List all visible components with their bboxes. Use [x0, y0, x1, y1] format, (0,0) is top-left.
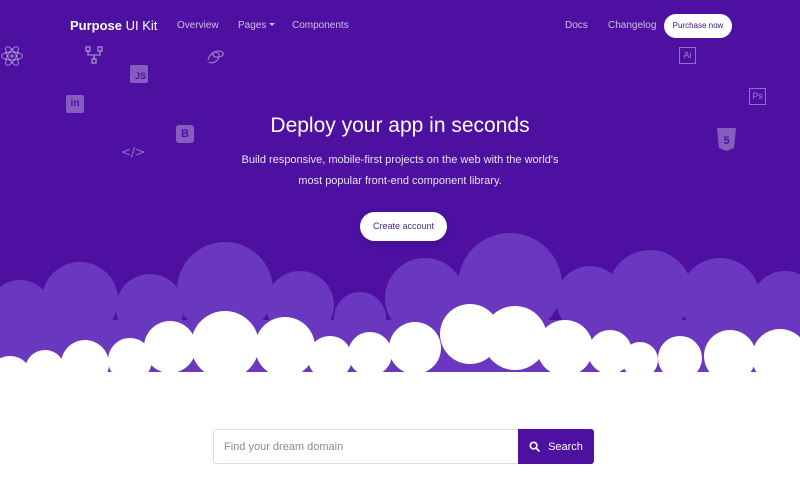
search-button-label: Search — [548, 440, 583, 453]
search-button[interactable]: Search — [518, 429, 594, 464]
search-icon — [529, 441, 540, 452]
hero-section: JS in B </> Ai Ps 5 Purpose UI Kit Overv… — [0, 0, 800, 500]
domain-search-bar: Search — [213, 429, 594, 464]
cloud-divider — [0, 233, 800, 500]
domain-search-input[interactable] — [213, 429, 518, 464]
